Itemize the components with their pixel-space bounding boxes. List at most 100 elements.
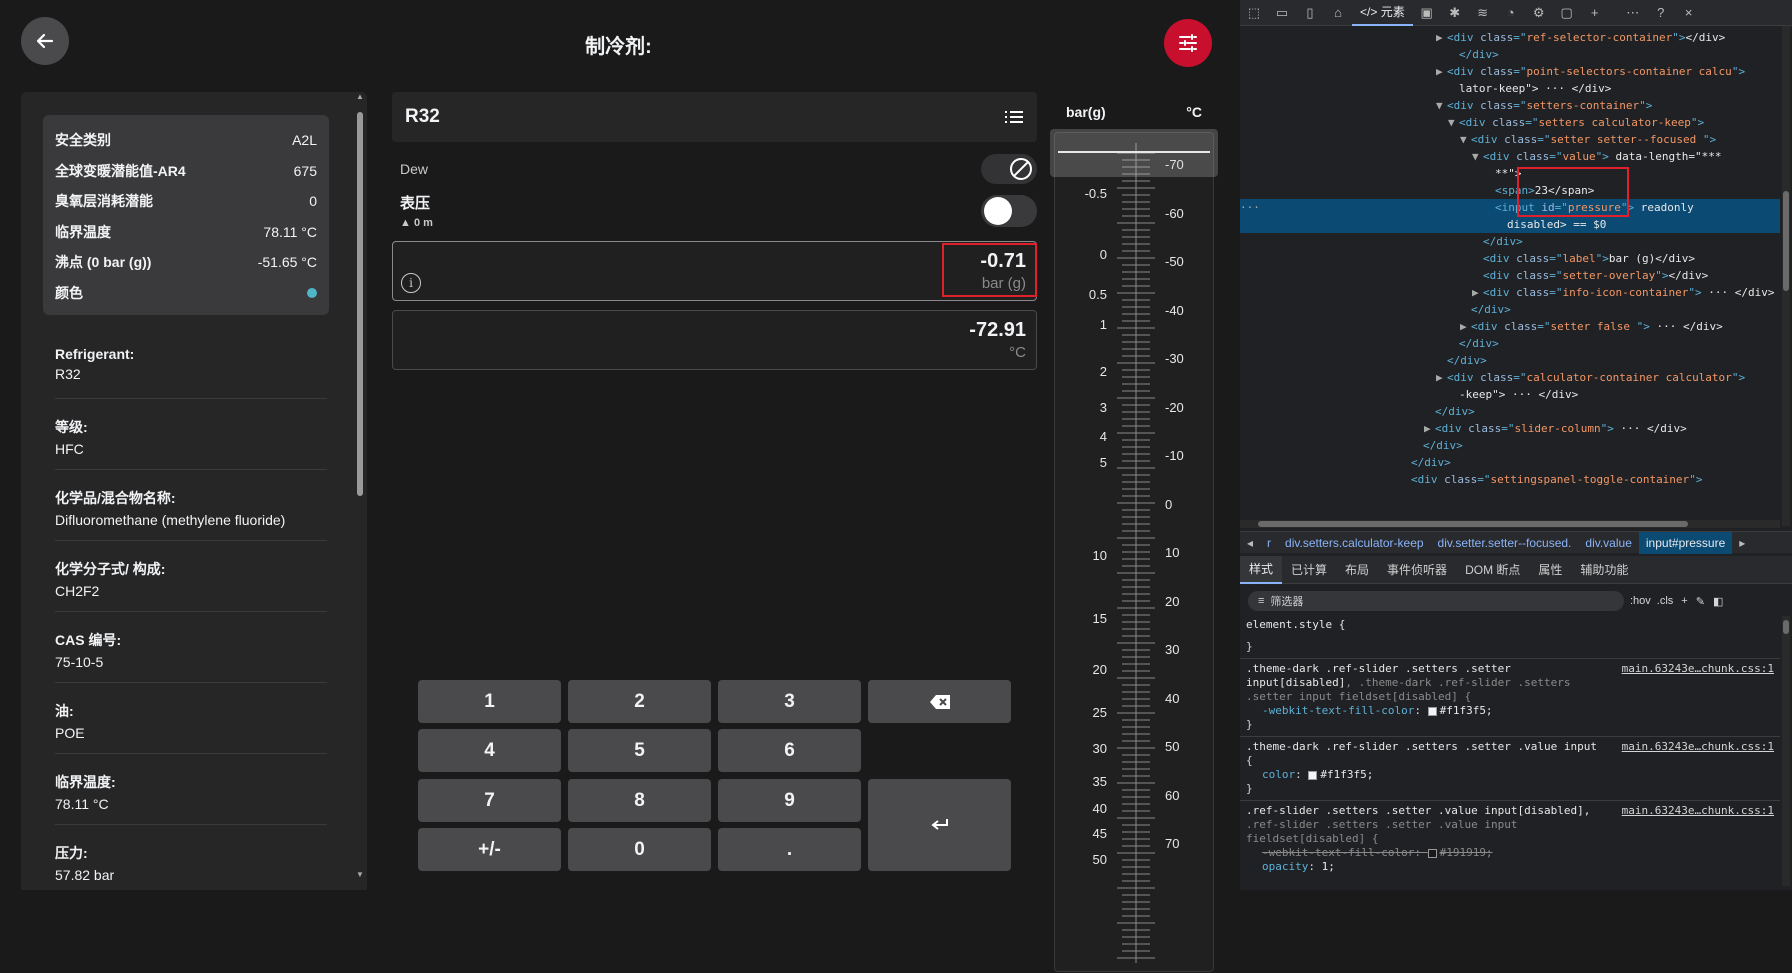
- rule3-declaration-overridden[interactable]: -webkit-text-fill-color: #191919;: [1262, 846, 1780, 860]
- gauge-pressure-toggle[interactable]: [981, 194, 1037, 227]
- ref-selector[interactable]: R32: [392, 92, 1037, 142]
- styles-scrollbar[interactable]: [1782, 616, 1790, 886]
- element-style-rule[interactable]: element.style {: [1246, 618, 1774, 632]
- dom-node[interactable]: ▶ <div class="setter false "> ··· </div>: [1240, 318, 1723, 335]
- backspace-key[interactable]: [868, 680, 1011, 723]
- dom-node[interactable]: </div>: [1240, 335, 1499, 352]
- dom-node[interactable]: </div>: [1240, 454, 1451, 471]
- home-icon[interactable]: ⌂: [1324, 5, 1352, 20]
- scroll-up-icon[interactable]: ▲: [356, 92, 364, 101]
- gear-icon[interactable]: ⚙: [1525, 5, 1553, 21]
- key-5[interactable]: 6: [718, 729, 861, 772]
- dock-icon[interactable]: ▯: [1296, 5, 1324, 21]
- key-6[interactable]: 7: [418, 779, 561, 822]
- dom-node[interactable]: </div>: [1240, 46, 1499, 63]
- dom-node[interactable]: ▼ <div class="setters calculator-keep">: [1240, 114, 1704, 131]
- dom-node[interactable]: ▶ <div class="info-icon-container"> ··· <…: [1240, 284, 1774, 301]
- key-1[interactable]: 2: [568, 680, 711, 723]
- list-icon[interactable]: [1004, 109, 1024, 125]
- key-8[interactable]: 9: [718, 779, 861, 822]
- hov-button[interactable]: :hov: [1630, 595, 1651, 607]
- console-icon[interactable]: ▣: [1413, 5, 1441, 21]
- styles-subtab[interactable]: 属性: [1529, 556, 1571, 584]
- dom-node[interactable]: **">: [1240, 165, 1522, 182]
- dom-node[interactable]: ▶ <div class="point-selectors-container c…: [1240, 63, 1745, 80]
- dom-node[interactable]: ▶ <div class="slider-column"> ··· </div>: [1240, 420, 1687, 437]
- inspect-icon[interactable]: ⬚: [1240, 5, 1268, 21]
- help-icon[interactable]: ?: [1647, 5, 1675, 20]
- add-rule-icon[interactable]: +: [1681, 595, 1687, 607]
- breadcrumb-item[interactable]: div.setter.setter--focused.: [1431, 536, 1579, 550]
- dom-hscroll-thumb[interactable]: [1258, 521, 1688, 527]
- styles-subtab[interactable]: 布局: [1336, 556, 1378, 584]
- breadcrumb-item[interactable]: div.value: [1578, 536, 1638, 550]
- more-icon[interactable]: ⋯: [1619, 5, 1647, 21]
- device-toolbar-icon[interactable]: ▭: [1268, 5, 1296, 21]
- close-icon[interactable]: ×: [1675, 5, 1703, 20]
- paint-icon[interactable]: ✎: [1696, 595, 1705, 608]
- styles-subtab[interactable]: 事件侦听器: [1378, 556, 1456, 584]
- dom-node[interactable]: </div>: [1240, 403, 1475, 420]
- color-swatch[interactable]: [1308, 770, 1318, 780]
- dom-node[interactable]: <div class="setter-overlay"></div>: [1240, 267, 1708, 284]
- application-icon[interactable]: ▢: [1553, 5, 1581, 21]
- dom-node[interactable]: </div>: [1240, 301, 1511, 318]
- dom-node[interactable]: </div>: [1240, 352, 1487, 369]
- dom-node[interactable]: ▼ <div class="setter setter--focused ">: [1240, 131, 1716, 148]
- key-3[interactable]: 4: [418, 729, 561, 772]
- dom-node[interactable]: disabled> == $0: [1240, 216, 1780, 233]
- breadcrumb-prev-icon[interactable]: ◂: [1240, 536, 1260, 550]
- breadcrumb-item[interactable]: div.setters.calculator-keep: [1278, 536, 1431, 550]
- rule1-declaration[interactable]: -webkit-text-fill-color: #f1f3f5;: [1262, 704, 1780, 718]
- rule3-declaration[interactable]: opacity: 1;: [1262, 860, 1780, 874]
- temperature-setter[interactable]: -72.91 °C: [392, 310, 1037, 370]
- dom-scroll-thumb[interactable]: [1783, 191, 1789, 291]
- dom-tree[interactable]: ▶ <div class="ref-selector-container"></d…: [1240, 26, 1780, 520]
- bug-icon[interactable]: ✱: [1441, 5, 1469, 21]
- key-2[interactable]: 3: [718, 680, 861, 723]
- breadcrumb-item[interactable]: r: [1260, 536, 1278, 550]
- key-0[interactable]: 1: [418, 680, 561, 723]
- breadcrumb-item[interactable]: input#pressure: [1638, 531, 1733, 554]
- dom-node[interactable]: -keep"> ··· </div>: [1240, 386, 1578, 403]
- wifi-icon[interactable]: ≋: [1469, 5, 1497, 21]
- key-9[interactable]: +/-: [418, 828, 561, 871]
- styles-scroll-thumb[interactable]: [1783, 620, 1789, 634]
- key-10[interactable]: 0: [568, 828, 711, 871]
- dom-node[interactable]: ··· <input id="pressure"> readonly: [1240, 199, 1780, 216]
- cls-button[interactable]: .cls: [1657, 595, 1674, 607]
- settings-button[interactable]: [1164, 19, 1212, 67]
- styles-subtab[interactable]: 已计算: [1282, 556, 1336, 584]
- dom-node[interactable]: ▶ <div class="ref-selector-container"></d…: [1240, 29, 1725, 46]
- pressure-setter[interactable]: -0.71 bar (g) i: [392, 241, 1037, 301]
- enter-key[interactable]: [868, 779, 1011, 871]
- dom-hscrollbar[interactable]: [1240, 520, 1780, 528]
- rule3-source-link[interactable]: main.63243e…chunk.css:1: [1622, 804, 1774, 817]
- dew-toggle[interactable]: [981, 154, 1037, 184]
- slider-thumb[interactable]: [1050, 129, 1218, 177]
- performance-icon[interactable]: ◔: [1497, 5, 1525, 20]
- scrollbar-thumb[interactable]: [357, 112, 363, 496]
- dom-node[interactable]: <div class="settingspanel-toggle-contain…: [1240, 471, 1702, 488]
- tab-elements[interactable]: </> 元素: [1352, 0, 1413, 26]
- dom-node[interactable]: lator-keep"> ··· </div>: [1240, 80, 1611, 97]
- scroll-down-icon[interactable]: ▼: [356, 870, 364, 879]
- dom-node[interactable]: ▼ <div class="setters-container">: [1240, 97, 1652, 114]
- color-swatch[interactable]: [1427, 706, 1437, 716]
- dom-node[interactable]: ▼ <div class="value"> data-length="***: [1240, 148, 1721, 165]
- dom-node[interactable]: <div class="label">bar (g)</div>: [1240, 250, 1695, 267]
- color-swatch[interactable]: [1427, 848, 1437, 858]
- info-icon[interactable]: i: [401, 273, 421, 293]
- styles-subtab[interactable]: DOM 断点: [1456, 556, 1529, 584]
- sidebar-toggle-icon[interactable]: ◧: [1713, 595, 1723, 608]
- plus-icon[interactable]: +: [1581, 5, 1609, 20]
- breadcrumb-next-icon[interactable]: ▸: [1732, 536, 1752, 550]
- styles-subtab[interactable]: 辅助功能: [1571, 556, 1637, 584]
- dom-scrollbar[interactable]: [1782, 26, 1790, 526]
- rule2-source-link[interactable]: main.63243e…chunk.css:1: [1622, 740, 1774, 753]
- styles-filter-input[interactable]: ≡ 筛选器: [1248, 591, 1624, 611]
- styles-subtab[interactable]: 样式: [1240, 555, 1283, 584]
- slider-track[interactable]: -0.5 0 0.5 1 2 3 4 5 10 15 20 25 30 35 40 45 50 -70 -60 -50…: [1054, 132, 1214, 972]
- dom-node[interactable]: ▶ <div class="calculator-container calcul…: [1240, 369, 1745, 386]
- rule1-source-link[interactable]: main.63243e…chunk.css:1: [1622, 662, 1774, 675]
